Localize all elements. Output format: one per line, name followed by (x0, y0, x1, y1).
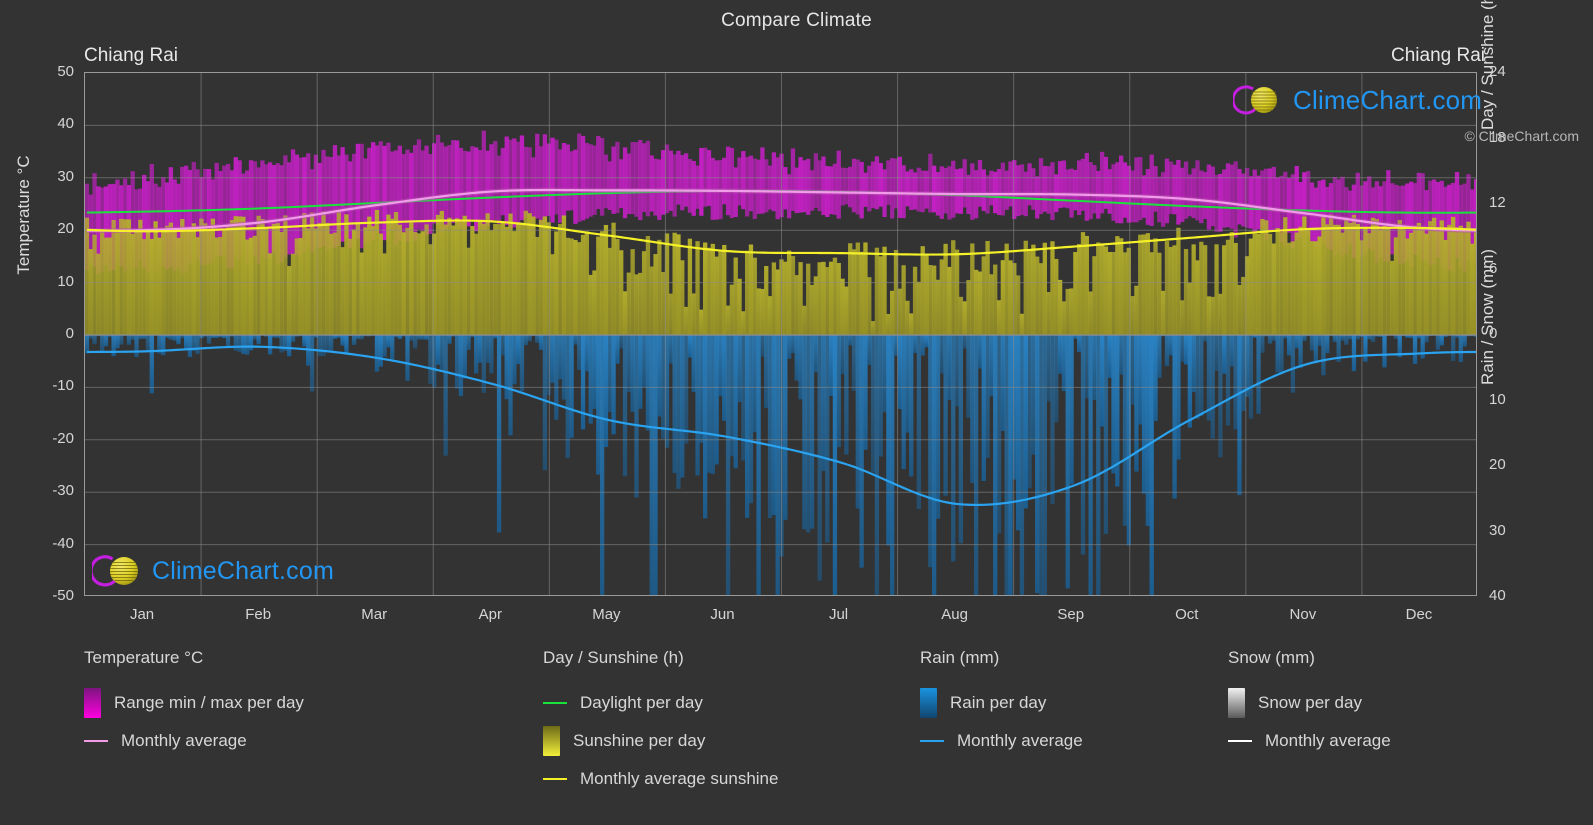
x-tick-nov: Nov (1289, 606, 1317, 623)
legend-label: Sunshine per day (573, 731, 706, 750)
y-tick-left: -20 (52, 429, 74, 447)
legend-label: Snow per day (1258, 693, 1362, 712)
legend-swatch-icon (1228, 688, 1245, 718)
climate-chart: Compare Climate Chiang Rai Chiang Rai Te… (0, 0, 1593, 825)
x-tick-dec: Dec (1405, 606, 1433, 623)
page-title: Compare Climate (721, 10, 872, 31)
y-tick-right-day: 6 (1489, 259, 1498, 277)
copyright-label: © ClimeChart.com (1464, 128, 1579, 144)
legend-column-2: Rain (mm) Rain per day Monthly average (920, 648, 1083, 760)
x-tick-feb: Feb (245, 606, 272, 623)
legend-item[interactable]: Sunshine per day (543, 722, 778, 760)
legend-heading: Snow (mm) (1228, 648, 1315, 667)
y-tick-right-day: 0 (1489, 325, 1498, 342)
y-tick-left: 50 (57, 63, 74, 80)
legend-column-3: Snow (mm) Snow per day Monthly average (1228, 648, 1391, 760)
chart-legend: Temperature °C Range min / max per day Mon… (0, 648, 1593, 798)
legend-heading: Temperature °C (84, 648, 204, 667)
legend-item[interactable]: Monthly average sunshine (543, 760, 778, 798)
legend-line-icon (920, 740, 950, 742)
y-tick-left: 40 (57, 115, 74, 133)
legend-line-icon (1228, 740, 1258, 742)
legend-item[interactable]: Monthly average (84, 722, 304, 760)
x-tick-mar: Mar (361, 606, 388, 623)
legend-line-icon (543, 702, 573, 704)
x-tick-aug: Aug (941, 606, 968, 623)
legend-label: Daylight per day (580, 693, 703, 712)
legend-item[interactable]: Monthly average (1228, 722, 1391, 760)
x-tick-jun: Jun (710, 606, 735, 623)
legend-item[interactable]: Range min / max per day (84, 684, 304, 722)
legend-column-1: Day / Sunshine (h) Daylight per day Sunshi… (543, 648, 778, 798)
legend-label: Range min / max per day (114, 693, 304, 712)
x-tick-oct: Oct (1175, 606, 1199, 623)
legend-item[interactable]: Monthly average (920, 722, 1083, 760)
legend-item[interactable]: Rain per day (920, 684, 1083, 722)
x-tick-jul: Jul (828, 606, 849, 623)
y-tick-left: -30 (52, 482, 74, 500)
legend-swatch-icon (920, 688, 937, 718)
y-tick-right-day: 12 (1489, 194, 1506, 211)
y-tick-left: 20 (57, 220, 74, 238)
y-tick-left: -50 (52, 587, 74, 604)
y-tick-right-rain: 30 (1489, 521, 1506, 539)
x-tick-may: May (592, 606, 621, 623)
location-label-right: Chiang Rai (1391, 45, 1485, 66)
y-tick-left: -40 (52, 534, 74, 552)
legend-item[interactable]: Snow per day (1228, 684, 1391, 722)
y-tick-right-rain: 40 (1489, 587, 1506, 604)
legend-swatch-icon (84, 688, 101, 718)
legend-label: Rain per day (950, 693, 1047, 712)
legend-line-icon (84, 740, 114, 742)
legend-item[interactable]: Daylight per day (543, 684, 778, 722)
legend-swatch-icon (543, 726, 560, 756)
legend-label: Monthly average (121, 731, 247, 750)
x-tick-apr: Apr (478, 606, 502, 623)
y-tick-right-day: 24 (1489, 63, 1506, 80)
legend-heading: Day / Sunshine (h) (543, 648, 684, 667)
legend-heading: Rain (mm) (920, 648, 1000, 667)
x-tick-sep: Sep (1057, 606, 1085, 623)
legend-label: Monthly average (957, 731, 1083, 750)
y-tick-right-rain: 20 (1489, 456, 1506, 473)
y-tick-right-rain: 10 (1489, 390, 1506, 408)
legend-column-0: Temperature °C Range min / max per day Mon… (84, 648, 304, 760)
chart-canvas (85, 73, 1476, 595)
plot-area[interactable] (84, 72, 1477, 596)
y-tick-left: 30 (57, 167, 74, 185)
legend-label: Monthly average (1265, 731, 1391, 750)
y-tick-left: -10 (52, 377, 74, 395)
y-tick-left: 10 (57, 272, 74, 290)
x-tick-jan: Jan (129, 606, 155, 623)
legend-line-icon (543, 778, 573, 780)
legend-label: Monthly average sunshine (580, 769, 779, 788)
y-tick-left: 0 (65, 325, 74, 342)
location-label-left: Chiang Rai (84, 45, 178, 66)
